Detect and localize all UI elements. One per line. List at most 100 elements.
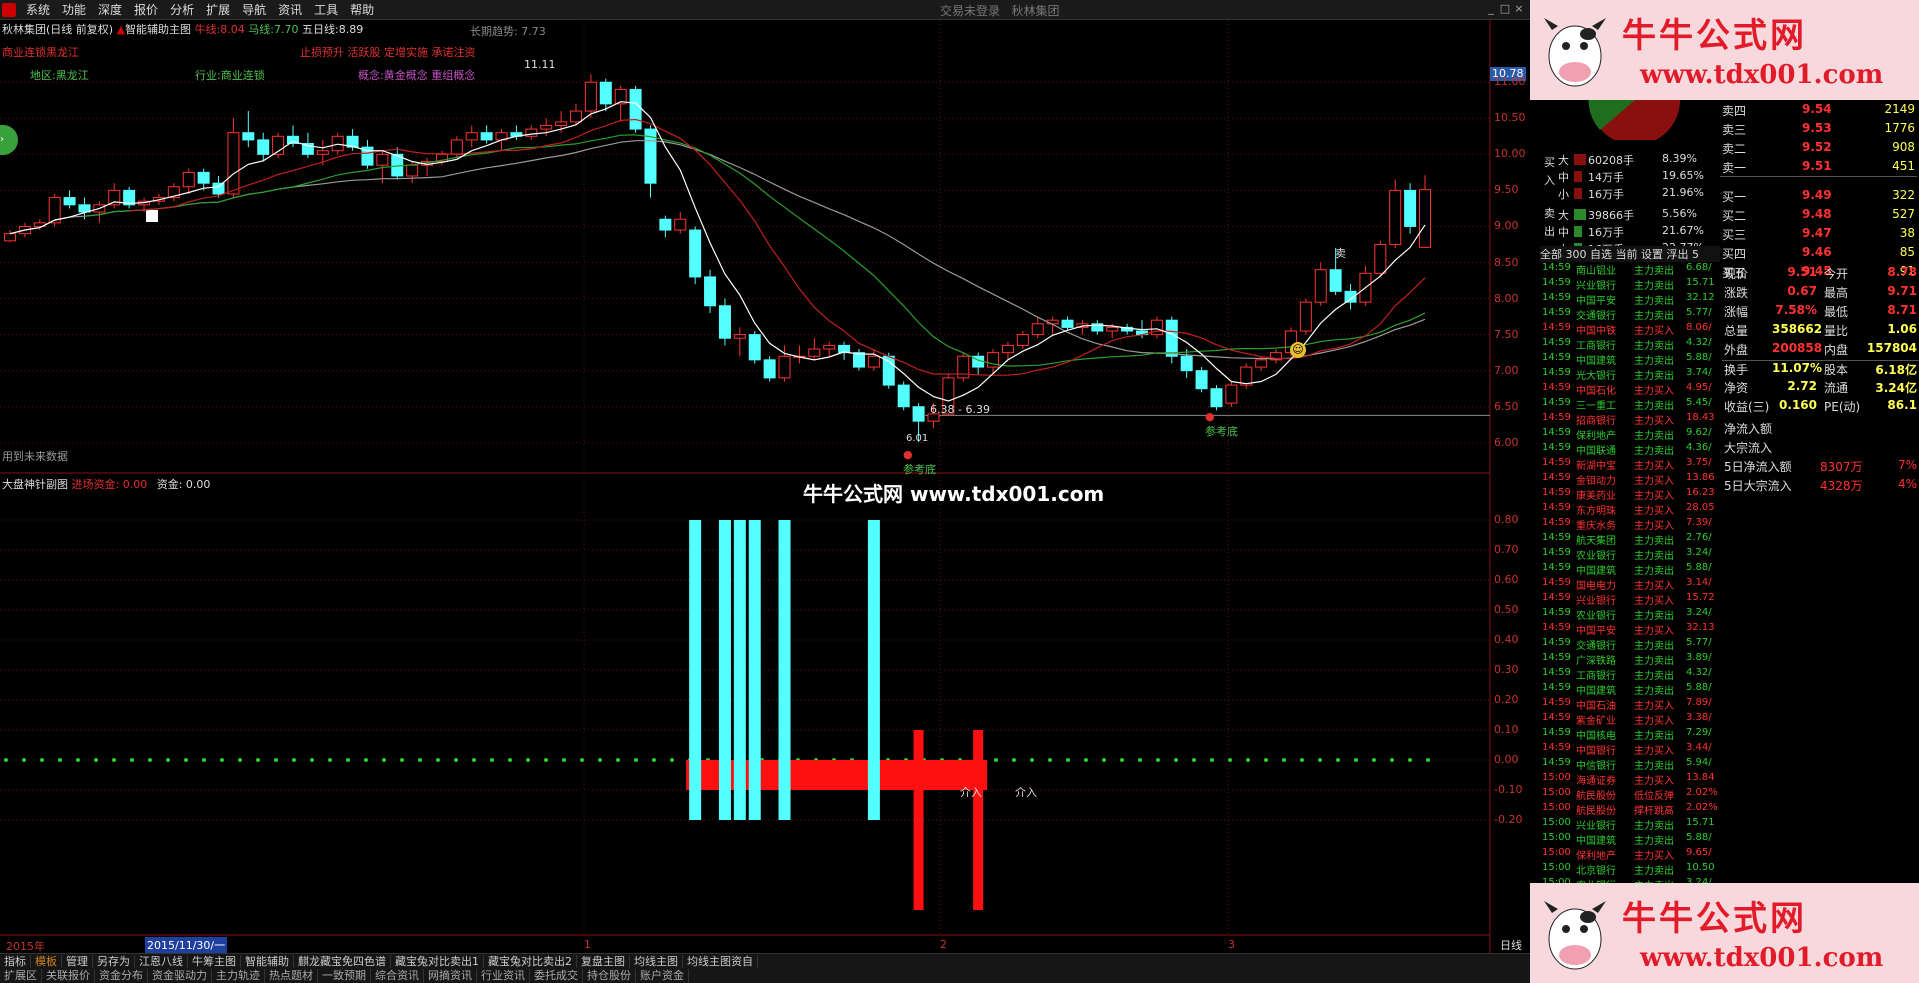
extension-tab[interactable]: 资金分布 xyxy=(95,969,148,983)
tick-row[interactable]: 14:59 兴业银行 主力买入 15.72 xyxy=(1540,592,1720,607)
tick-row[interactable]: 14:59 东方明珠 主力买入 28.05 xyxy=(1540,502,1720,517)
tick-row[interactable]: 14:59 金钼动力 主力买入 13.86 xyxy=(1540,472,1720,487)
tick-row[interactable]: 14:59 农业银行 主力卖出 3.24/ xyxy=(1540,607,1720,622)
tick-row[interactable]: 14:59 中国中铁 主力买入 8.06/ xyxy=(1540,322,1720,337)
indicator-tab[interactable]: 均线主图 xyxy=(630,955,683,969)
extension-tab[interactable]: 持仓股份 xyxy=(583,969,636,983)
tick-row[interactable]: 15:00 航民股份 低位反弹 2.02% xyxy=(1540,787,1720,802)
tick-row[interactable]: 14:59 中国石化 主力买入 4.95/ xyxy=(1540,382,1720,397)
tick-row[interactable]: 14:59 中国联通 主力卖出 4.36/ xyxy=(1540,442,1720,457)
tick-row[interactable]: 14:59 交通银行 主力卖出 5.77/ xyxy=(1540,637,1720,652)
extension-tab[interactable]: 网摘资讯 xyxy=(424,969,477,983)
tick-row[interactable]: 14:59 兴业银行 主力卖出 15.71 xyxy=(1540,277,1720,292)
minimize-icon[interactable]: _ xyxy=(1484,2,1498,16)
menu-item[interactable]: 资讯 xyxy=(272,0,308,20)
indicator-name[interactable]: 智能辅助主图 xyxy=(125,23,191,36)
extension-tab[interactable]: 主力轨迹 xyxy=(212,969,265,983)
indicator-tab[interactable]: 模板 xyxy=(31,955,62,969)
tick-row[interactable]: 14:59 中国建筑 主力卖出 5.88/ xyxy=(1540,682,1720,697)
tick-row[interactable]: 14:59 紫金矿业 主力买入 3.38/ xyxy=(1540,712,1720,727)
tick-value: 15.71 xyxy=(1686,817,1715,828)
indicator-tab[interactable]: 另存为 xyxy=(93,955,135,969)
tick-row[interactable]: 14:59 农业银行 主力卖出 3.24/ xyxy=(1540,547,1720,562)
orderbook-row[interactable]: 买三 9.47 38 xyxy=(1720,226,1917,244)
indicator-tab[interactable]: 复盘主图 xyxy=(577,955,630,969)
menu-item[interactable]: 工具 xyxy=(308,0,344,20)
indicator-tab[interactable]: 江恩八线 xyxy=(135,955,188,969)
tick-row[interactable]: 14:59 国电电力 主力买入 3.14/ xyxy=(1540,577,1720,592)
zero-dot xyxy=(58,758,62,762)
tick-row[interactable]: 14:59 康美药业 主力买入 16.23 xyxy=(1540,487,1720,502)
extension-tab[interactable]: 综合资讯 xyxy=(371,969,424,983)
menu-item[interactable]: 帮助 xyxy=(344,0,380,20)
tick-row[interactable]: 14:59 招商银行 主力买入 18.43 xyxy=(1540,412,1720,427)
tick-row[interactable]: 14:59 南山铝业 主力卖出 6.68/ xyxy=(1540,262,1720,277)
sub-indicator-name[interactable]: 大盘神针副图 xyxy=(2,478,68,491)
menu-item[interactable]: 功能 xyxy=(56,0,92,20)
maximize-icon[interactable]: □ xyxy=(1498,2,1512,16)
extension-tab[interactable]: 委托成交 xyxy=(530,969,583,983)
tick-row[interactable]: 14:59 光大银行 主力卖出 3.74/ xyxy=(1540,367,1720,382)
tick-row[interactable]: 14:59 中国平安 主力卖出 32.12 xyxy=(1540,292,1720,307)
tick-row[interactable]: 14:59 中信银行 主力卖出 5.94/ xyxy=(1540,757,1720,772)
extension-tab[interactable]: 资金驱动力 xyxy=(148,969,212,983)
extension-tab[interactable]: 账户资金 xyxy=(636,969,689,983)
tick-row[interactable]: 15:00 中国建筑 主力卖出 5.88/ xyxy=(1540,832,1720,847)
indicator-tab[interactable]: 藏宝兔对比卖出1 xyxy=(391,955,484,969)
menu-item[interactable]: 系统 xyxy=(20,0,56,20)
period-selector[interactable]: 日线 xyxy=(1500,937,1522,953)
zero-dot xyxy=(328,758,332,762)
indicator-tab[interactable]: 智能辅助 xyxy=(241,955,294,969)
tick-row[interactable]: 14:59 中国石油 主力买入 7.89/ xyxy=(1540,697,1720,712)
chart-area[interactable] xyxy=(0,20,1530,955)
indicator-tab[interactable]: 指标 xyxy=(0,955,31,969)
orderbook-row[interactable]: 买四 9.46 85 xyxy=(1720,245,1917,263)
indicator-tab[interactable]: 管理 xyxy=(62,955,93,969)
extension-tab[interactable]: 热点题材 xyxy=(265,969,318,983)
candle-down xyxy=(197,171,210,184)
orderbook-row[interactable]: 卖二 9.52 908 xyxy=(1720,140,1917,158)
indicator-tab[interactable]: 藏宝兔对比卖出2 xyxy=(484,955,577,969)
orderbook-row[interactable]: 卖三 9.53 1776 xyxy=(1720,121,1917,139)
tick-row[interactable]: 14:59 中国银行 主力买入 3.44/ xyxy=(1540,742,1720,757)
tick-row[interactable]: 14:59 保利地产 主力卖出 9.62/ xyxy=(1540,427,1720,442)
tick-row[interactable]: 14:59 交通银行 主力卖出 5.77/ xyxy=(1540,307,1720,322)
tick-row[interactable]: 14:59 三一重工 主力卖出 5.45/ xyxy=(1540,397,1720,412)
ad-banner-top[interactable]: 牛牛公式网 www.tdx001.com xyxy=(1530,0,1919,100)
tick-row[interactable]: 15:00 保利地产 主力买入 9.65/ xyxy=(1540,847,1720,862)
extension-tab[interactable]: 扩展区 xyxy=(0,969,42,983)
ad-banner-bottom[interactable]: 牛牛公式网 www.tdx001.com xyxy=(1530,883,1919,983)
orderbook-row[interactable]: 买一 9.49 322 xyxy=(1720,188,1917,206)
extension-tab[interactable]: 行业资讯 xyxy=(477,969,530,983)
tick-row[interactable]: 14:59 中国建筑 主力卖出 5.88/ xyxy=(1540,352,1720,367)
tick-row[interactable]: 15:00 北京银行 主力卖出 10.50 xyxy=(1540,862,1720,877)
tick-row[interactable]: 14:59 新湖中宝 主力买入 3.75/ xyxy=(1540,457,1720,472)
tick-row[interactable]: 14:59 中国建筑 主力卖出 5.88/ xyxy=(1540,562,1720,577)
tick-row[interactable]: 15:00 航民股份 撑杆跳高 2.02% xyxy=(1540,802,1720,817)
orderbook-row[interactable]: 买二 9.48 527 xyxy=(1720,207,1917,225)
indicator-tab[interactable]: 均线主图资自 xyxy=(683,955,758,969)
tick-filter-tabs[interactable]: 全部 300 自选 当前 设置 浮出 5 xyxy=(1540,246,1720,262)
tick-action: 主力买入 xyxy=(1634,596,1674,607)
menu-item[interactable]: 分析 xyxy=(164,0,200,20)
tick-row[interactable]: 14:59 航天集团 主力卖出 2.76/ xyxy=(1540,532,1720,547)
tick-row[interactable]: 14:59 工商银行 主力卖出 4.32/ xyxy=(1540,337,1720,352)
tick-row[interactable]: 14:59 重庆水务 主力买入 7.39/ xyxy=(1540,517,1720,532)
tick-row[interactable]: 15:00 兴业银行 主力卖出 15.71 xyxy=(1540,817,1720,832)
menu-item[interactable]: 报价 xyxy=(128,0,164,20)
close-icon[interactable]: × xyxy=(1512,2,1526,16)
menu-item[interactable]: 扩展 xyxy=(200,0,236,20)
tick-row[interactable]: 14:59 广深铁路 主力卖出 3.89/ xyxy=(1540,652,1720,667)
extension-tab[interactable]: 一致预期 xyxy=(318,969,371,983)
extension-tab[interactable]: 关联报价 xyxy=(42,969,95,983)
tick-row[interactable]: 14:59 中国平安 主力买入 32.13 xyxy=(1540,622,1720,637)
indicator-tab[interactable]: 牛筹主图 xyxy=(188,955,241,969)
menu-item[interactable]: 深度 xyxy=(92,0,128,20)
tick-row[interactable]: 14:59 中国核电 主力卖出 7.29/ xyxy=(1540,727,1720,742)
tick-row[interactable]: 14:59 工商银行 主力卖出 4.32/ xyxy=(1540,667,1720,682)
indicator-tab[interactable]: 麒龙藏宝免四色谱 xyxy=(294,955,391,969)
menu-item[interactable]: 导航 xyxy=(236,0,272,20)
tick-row[interactable]: 15:00 海通证券 主力买入 13.84 xyxy=(1540,772,1720,787)
orderbook-row[interactable]: 卖一 9.51 451 xyxy=(1720,159,1917,177)
orderbook-row[interactable]: 卖四 9.54 2149 xyxy=(1720,102,1917,120)
